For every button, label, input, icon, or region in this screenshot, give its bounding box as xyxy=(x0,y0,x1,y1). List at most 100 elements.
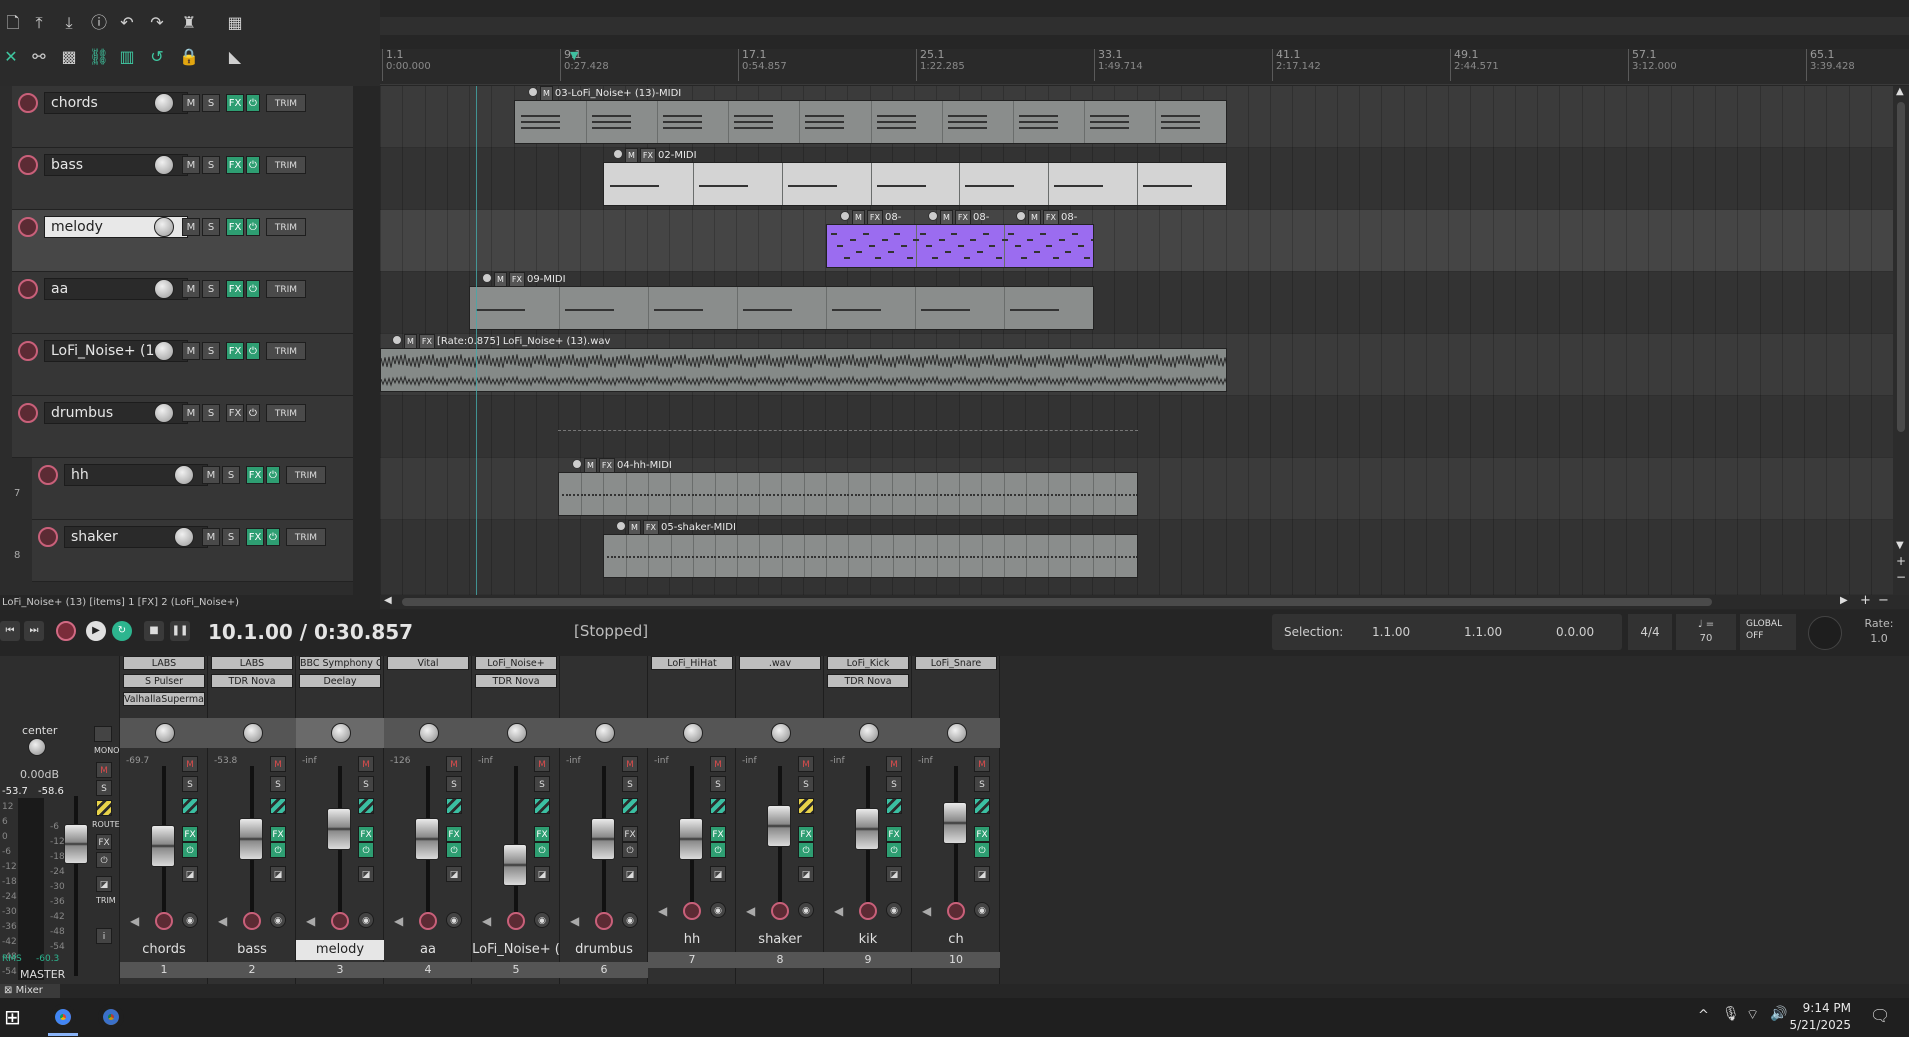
strip-name[interactable]: ch xyxy=(912,930,1000,950)
master-mute-button[interactable]: M xyxy=(96,762,112,778)
solo-button[interactable]: S xyxy=(202,156,220,174)
auto-crossfade-icon[interactable]: ⛓ xyxy=(88,46,110,68)
speaker-icon[interactable]: ◀ xyxy=(218,914,227,928)
midi-item-chords[interactable] xyxy=(514,100,1227,144)
selection-start[interactable]: 1.1.00 xyxy=(1372,625,1410,639)
envelope-button[interactable] xyxy=(886,798,902,814)
track-chords[interactable]: chords M S FX ⏻ TRIM xyxy=(12,86,353,148)
record-arm-button[interactable] xyxy=(18,279,38,299)
item-fx-badge[interactable]: FX xyxy=(954,210,971,225)
pause-button[interactable]: ❚❚ xyxy=(170,621,190,641)
fx-button[interactable]: FX xyxy=(358,826,374,842)
mute-button[interactable]: M xyxy=(182,342,200,360)
automation-mode-icon[interactable]: ◪ xyxy=(710,866,726,882)
fx-bypass-button[interactable]: ⏻ xyxy=(246,404,260,422)
fx-slot[interactable]: LoFi_Snare xyxy=(915,656,997,670)
mute-button[interactable]: M xyxy=(358,756,374,772)
fx-button[interactable]: FX xyxy=(974,826,990,842)
item-mute-badge[interactable]: M xyxy=(584,458,597,473)
automation-trim-button[interactable]: TRIM xyxy=(266,342,306,360)
speaker-icon[interactable]: ◀ xyxy=(746,904,755,918)
zoom-out-horizontal-icon[interactable]: − xyxy=(1878,593,1889,608)
pan-knob[interactable] xyxy=(331,723,351,743)
master-info-icon[interactable]: i xyxy=(96,928,112,944)
tempo-value[interactable]: 70 xyxy=(1676,632,1736,646)
item-fx-badge[interactable]: FX xyxy=(1042,210,1059,225)
fx-slot[interactable]: LoFi_Kick xyxy=(827,656,909,670)
fx-bypass-button[interactable]: ⏻ xyxy=(710,842,726,858)
fx-bypass-button[interactable]: ⏻ xyxy=(182,842,198,858)
undo-icon[interactable]: ↶ xyxy=(116,12,138,34)
speaker-icon[interactable]: ◀ xyxy=(570,914,579,928)
mute-button[interactable]: M xyxy=(182,756,198,772)
speaker-icon[interactable]: ◀ xyxy=(658,904,667,918)
solo-button[interactable]: S xyxy=(202,404,220,422)
automation-mode-icon[interactable]: ◪ xyxy=(446,866,462,882)
pan-knob[interactable] xyxy=(595,723,615,743)
item-fx-badge[interactable]: FX xyxy=(642,520,659,535)
fx-button[interactable]: FX xyxy=(226,342,244,360)
master-automation-icon[interactable]: ◪ xyxy=(96,876,112,892)
record-arm-button[interactable] xyxy=(419,912,437,930)
item-mute-badge[interactable]: M xyxy=(625,148,638,163)
input-monitor-icon[interactable]: ◉ xyxy=(270,912,286,928)
vscroll-thumb[interactable] xyxy=(1897,102,1905,432)
fx-bypass-button[interactable]: ⏻ xyxy=(246,342,260,360)
fx-bypass-button[interactable]: ⏻ xyxy=(446,842,462,858)
master-pan-knob[interactable] xyxy=(28,738,46,756)
fx-bypass-button[interactable]: ⏻ xyxy=(798,842,814,858)
lock-icon[interactable]: 🔒 xyxy=(178,46,200,68)
item-lock-icon[interactable] xyxy=(528,87,538,97)
automation-trim-button[interactable]: TRIM xyxy=(286,528,326,546)
mute-button[interactable]: M xyxy=(182,404,200,422)
solo-button[interactable]: S xyxy=(202,342,220,360)
item-lock-icon[interactable] xyxy=(572,459,582,469)
automation-mode-icon[interactable]: ◪ xyxy=(182,866,198,882)
volume-knob[interactable] xyxy=(154,155,174,175)
track-lofi-noise[interactable]: LoFi_Noise+ (13) M S FX ⏻ TRIM xyxy=(12,334,353,396)
solo-button[interactable]: S xyxy=(622,776,638,792)
fx-bypass-button[interactable]: ⏻ xyxy=(886,842,902,858)
mute-button[interactable]: M xyxy=(270,756,286,772)
selection-display[interactable]: Selection: 1.1.00 1.1.00 0.0.00 xyxy=(1272,614,1622,650)
fx-slot[interactable]: .wav xyxy=(739,656,821,670)
speaker-icon[interactable]: ◀ xyxy=(394,914,403,928)
volume-knob[interactable] xyxy=(154,403,174,423)
record-button[interactable] xyxy=(56,621,76,641)
track-aa[interactable]: aa M S FX ⏻ TRIM xyxy=(12,272,353,334)
fx-bypass-button[interactable]: ⏻ xyxy=(270,842,286,858)
track-drumbus[interactable]: drumbus M S FX ⏻ TRIM xyxy=(12,396,353,458)
speaker-icon[interactable]: ◀ xyxy=(834,904,843,918)
volume-icon[interactable]: 🔊 xyxy=(1770,1006,1787,1022)
windows-start-icon[interactable]: ⊞ xyxy=(4,1005,21,1029)
automation-mode-icon[interactable]: ◪ xyxy=(358,866,374,882)
fx-slot[interactable]: LABS xyxy=(123,656,205,670)
volume-fader[interactable] xyxy=(591,818,615,860)
record-arm-button[interactable] xyxy=(331,912,349,930)
fx-slot[interactable]: TDR Nova xyxy=(475,674,557,688)
record-arm-button[interactable] xyxy=(18,217,38,237)
item-lock-icon[interactable] xyxy=(482,273,492,283)
master-fader-track[interactable] xyxy=(74,796,78,976)
save-project-icon[interactable]: ⤓ xyxy=(58,12,80,34)
record-arm-button[interactable] xyxy=(595,912,613,930)
mute-button[interactable]: M xyxy=(202,466,220,484)
playrate-display[interactable]: Rate: 1.0 xyxy=(1854,616,1904,646)
fx-button[interactable]: FX xyxy=(622,826,638,842)
item-mute-badge[interactable]: M xyxy=(404,334,417,349)
input-monitor-icon[interactable]: ◉ xyxy=(710,902,726,918)
item-fx-badge[interactable]: FX xyxy=(598,458,615,473)
fx-slot[interactable]: TDR Nova xyxy=(827,674,909,688)
solo-button[interactable]: S xyxy=(222,466,240,484)
envelope-button[interactable] xyxy=(270,798,286,814)
fx-button[interactable]: FX xyxy=(886,826,902,842)
automation-trim-button[interactable]: TRIM xyxy=(266,94,306,112)
track-melody[interactable]: melody M S FX ⏻ TRIM xyxy=(12,210,353,272)
envelope-button[interactable] xyxy=(446,798,462,814)
network-icon[interactable]: ⌔ xyxy=(1746,1006,1759,1024)
item-mute-badge[interactable]: M xyxy=(494,272,507,287)
strip-name[interactable]: chords xyxy=(120,940,208,960)
solo-button[interactable]: S xyxy=(182,776,198,792)
playhead-marker-icon[interactable]: ▼ xyxy=(570,49,578,62)
strip-name[interactable]: bass xyxy=(208,940,296,960)
